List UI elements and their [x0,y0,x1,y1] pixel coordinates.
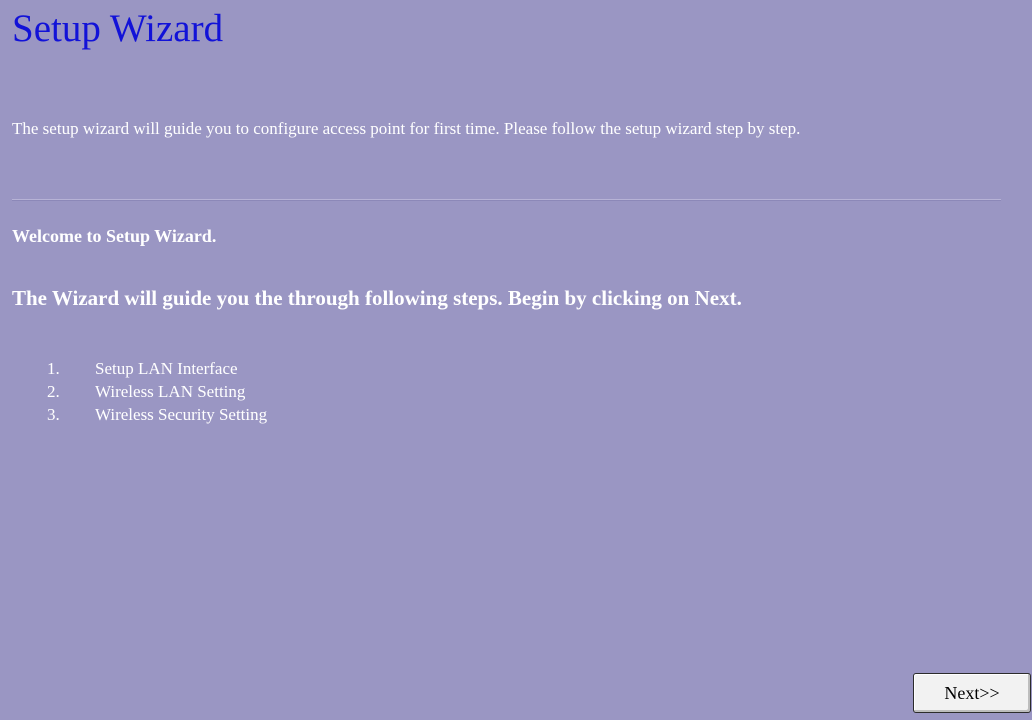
step-number: 3. [47,405,60,424]
step-label: Setup LAN Interface [95,359,238,378]
step-label: Wireless Security Setting [95,405,268,424]
page-title: Setup Wizard [12,7,224,50]
welcome-heading: Welcome to Setup Wizard. [12,226,217,246]
steps-list: 1. Setup LAN Interface 2. Wireless LAN Set… [47,357,267,426]
step-item: 3. Wireless Security Setting [47,403,267,426]
step-number: 2. [47,382,60,401]
step-item: 2. Wireless LAN Setting [47,380,267,403]
step-item: 1. Setup LAN Interface [47,357,267,380]
next-button[interactable]: Next>> [913,673,1031,713]
guide-instructions: The Wizard will guide you the through fo… [12,286,742,310]
divider [12,199,1001,201]
intro-text: The setup wizard will guide you to confi… [12,119,801,138]
step-number: 1. [47,359,60,378]
step-label: Wireless LAN Setting [95,382,246,401]
